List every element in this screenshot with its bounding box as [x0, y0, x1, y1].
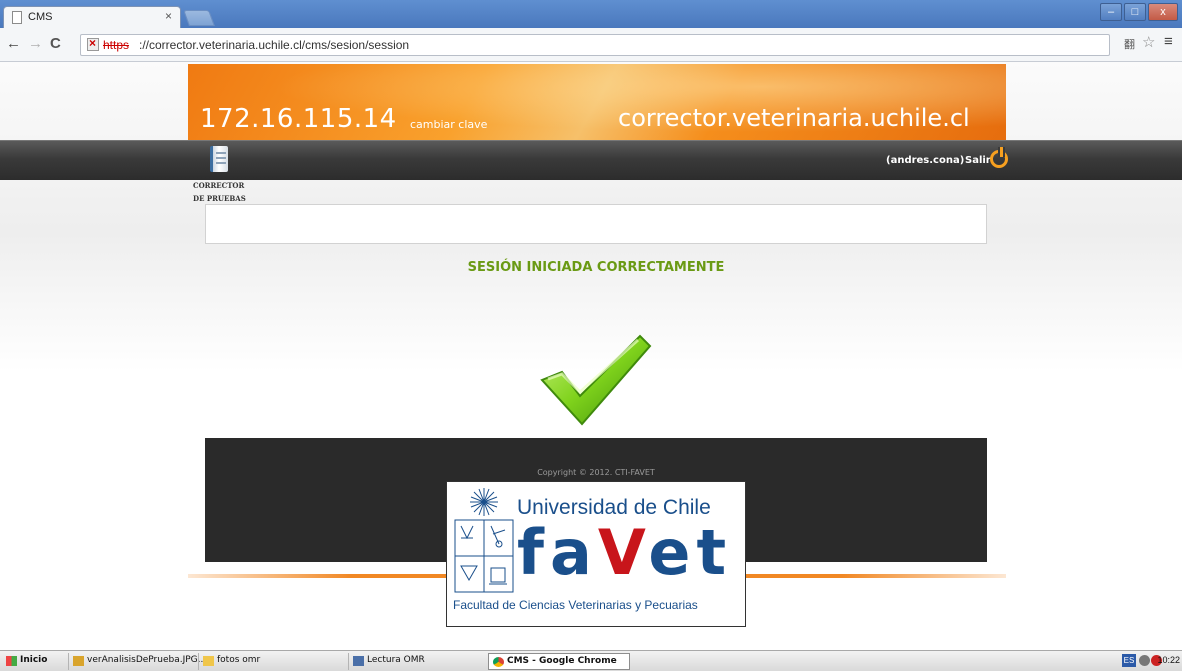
back-arrow-icon[interactable]: ← — [6, 35, 21, 52]
taskbar-item-chrome[interactable]: CMS - Google Chrome — [488, 653, 630, 670]
taskbar-item-folder[interactable]: fotos omr — [198, 653, 326, 670]
server-ip: 172.16.115.14 — [200, 104, 397, 134]
new-tab-button[interactable] — [183, 10, 215, 26]
forward-arrow-icon[interactable]: → — [28, 35, 43, 52]
reload-icon[interactable]: C — [50, 35, 61, 52]
taskbar-item-image-viewer[interactable]: verAnalisisDePrueba.JPG... — [68, 653, 206, 670]
close-tab-icon[interactable]: × — [165, 9, 172, 23]
copyright-text: Copyright © 2012. CTI-FAVET — [537, 468, 655, 477]
chrome-icon — [493, 657, 504, 667]
tray-network-icon[interactable] — [1139, 655, 1150, 666]
page-content: 172.16.115.14 cambiar clave corrector.ve… — [0, 62, 1182, 650]
module-title-line2: DE PRUEBAS — [193, 194, 246, 203]
logout-link[interactable]: Salir — [965, 155, 991, 166]
favet-wordmark-v: V — [597, 516, 649, 589]
favet-wordmark-fa: fa — [517, 516, 598, 589]
start-label: Inicio — [20, 655, 48, 665]
crest-icon — [454, 488, 514, 593]
site-hostname: corrector.veterinaria.uchile.cl — [618, 104, 970, 132]
browser-toolbar: ← → C https ://corrector.veterinaria.uch… — [0, 28, 1182, 62]
address-bar[interactable]: https ://corrector.veterinaria.uchile.cl… — [80, 34, 1110, 56]
checkmark-icon — [540, 334, 652, 426]
minimize-window-button[interactable]: – — [1100, 3, 1122, 21]
close-window-button[interactable]: x — [1148, 3, 1178, 21]
url-text: ://corrector.veterinaria.uchile.cl/cms/s… — [139, 38, 410, 52]
insecure-lock-icon[interactable] — [87, 36, 99, 51]
bookmark-star-icon[interactable]: ☆ — [1142, 33, 1155, 51]
page-icon — [12, 11, 22, 24]
username-label: (andres.cona) — [886, 155, 965, 166]
chrome-menu-icon[interactable]: ≡ — [1164, 33, 1173, 50]
browser-tab-cms[interactable]: CMS × — [3, 6, 181, 28]
start-button[interactable]: Inicio — [4, 653, 54, 670]
taskbar-item-lectura-omr[interactable]: Lectura OMR — [348, 653, 458, 670]
favet-logo: Universidad de Chile faVet Facultad de C… — [446, 481, 746, 627]
module-title-line1: CORRECTOR — [193, 181, 245, 190]
top-nav-bar: (andres.cona) Salir — [0, 140, 1182, 180]
faculty-name: Facultad de Ciencias Veterinarias y Pecu… — [453, 598, 698, 612]
favet-wordmark-et: et — [648, 516, 733, 589]
power-icon[interactable] — [990, 147, 1008, 168]
taskbar-item-label: CMS - Google Chrome — [507, 656, 617, 666]
taskbar-item-label: Lectura OMR — [367, 655, 425, 665]
system-clock[interactable]: 10:22 — [1150, 655, 1180, 665]
language-indicator[interactable]: ES — [1122, 654, 1136, 667]
notebook-icon[interactable] — [210, 146, 228, 172]
url-protocol: https — [103, 38, 130, 52]
taskbar-item-label: fotos omr — [217, 655, 261, 665]
image-file-icon — [73, 656, 84, 666]
change-password-link[interactable]: cambiar clave — [410, 118, 487, 131]
maximize-window-button[interactable]: □ — [1124, 3, 1146, 21]
folder-icon — [203, 656, 214, 666]
status-message: SESIÓN INICIADA CORRECTAMENTE — [467, 260, 725, 275]
windows-logo-icon — [6, 656, 17, 666]
window-icon — [353, 656, 364, 666]
taskbar-item-label: verAnalisisDePrueba.JPG... — [87, 655, 207, 665]
favet-wordmark: faVet — [517, 518, 732, 588]
browser-titlebar: CMS × – □ x — [0, 0, 1182, 28]
content-box — [205, 204, 987, 244]
os-taskbar: Inicio verAnalisisDePrueba.JPG... fotos … — [0, 650, 1182, 671]
translate-icon[interactable]: 翻 — [1124, 36, 1135, 52]
tab-title: CMS — [28, 11, 53, 23]
